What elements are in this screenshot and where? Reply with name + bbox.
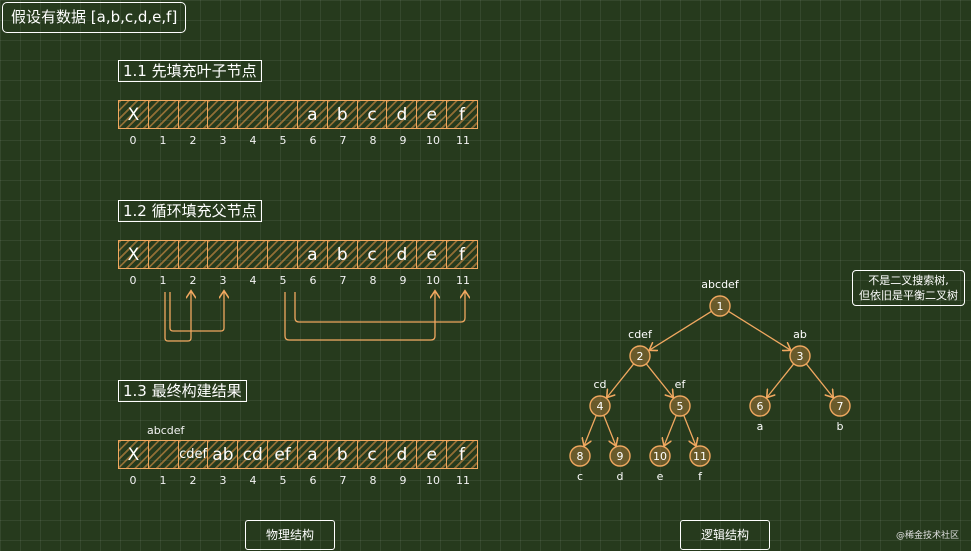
- tree-node-label: ef: [675, 378, 687, 391]
- tree-node-label: abcdef: [701, 278, 740, 291]
- tree-edge: [584, 415, 597, 445]
- loop-arrow-5-11: [284, 292, 435, 341]
- loop-arrow-1-2: [164, 292, 191, 342]
- tree-edge: [728, 310, 789, 349]
- tree-node-id: 8: [577, 450, 584, 463]
- tree-node-id: 11: [693, 450, 707, 463]
- tree-node-leaf-value: a: [757, 420, 764, 433]
- tree-edge: [805, 363, 832, 397]
- tree-node-id: 6: [757, 400, 764, 413]
- tree-edge: [645, 363, 672, 397]
- tree-node: 9d: [609, 445, 631, 483]
- tree-node: 10 e: [649, 445, 671, 483]
- tree-node-id: 10: [653, 450, 667, 463]
- tree-node-leaf-value: f: [698, 470, 703, 483]
- tree-node-id: 9: [617, 450, 624, 463]
- watermark: @稀金技术社区: [895, 531, 959, 541]
- tree-node-id: 5: [677, 400, 684, 413]
- tree-node: 8c: [569, 445, 591, 483]
- note-line-2: 但依旧是平衡二叉树: [859, 289, 958, 302]
- tree-node-leaf-value: b: [837, 420, 844, 433]
- tree-edge: [650, 310, 712, 349]
- tree-node: 5 ef: [669, 378, 691, 417]
- tree-node-label: ab: [793, 328, 807, 341]
- loop-arrow-5-10: [294, 292, 465, 323]
- tree-node: 6a: [749, 395, 771, 433]
- tree-node-leaf-value: e: [657, 470, 664, 483]
- diagram-lines: 1abcdef2cdef3ab4cd5ef6a7b8c9d10e11f: [164, 278, 851, 483]
- tree-node: 4 cd: [589, 378, 611, 417]
- tree-node-leaf-value: c: [577, 470, 583, 483]
- tree-edge: [664, 415, 677, 445]
- tree-node: 11 f: [689, 445, 711, 483]
- note-box: 不是二叉搜索树, 但依旧是平衡二叉树: [852, 270, 965, 306]
- tree-node-label: cdef: [628, 328, 653, 341]
- tree-node-label: cd: [593, 378, 606, 391]
- tree-node-id: 4: [597, 400, 604, 413]
- tree-node: 2 cdef: [628, 328, 653, 367]
- tree-node-id: 2: [637, 350, 644, 363]
- tree-edge: [603, 415, 616, 445]
- loop-arrow-1-3: [169, 292, 224, 332]
- tree-node-id: 3: [797, 350, 804, 363]
- logical-structure-label: 逻辑结构: [680, 520, 770, 550]
- tree-node-id: 1: [717, 300, 724, 313]
- tree-edge: [607, 363, 635, 397]
- tree-node: 1 abcdef: [701, 278, 740, 317]
- tree-node-leaf-value: d: [617, 470, 624, 483]
- tree-node: 3 ab: [789, 328, 811, 367]
- tree-node-id: 7: [837, 400, 844, 413]
- tree-edge: [767, 363, 795, 397]
- tree-node: 7b: [829, 395, 851, 433]
- physical-structure-label: 物理结构: [245, 520, 335, 550]
- tree-edge: [683, 415, 696, 445]
- note-line-1: 不是二叉搜索树,: [868, 274, 949, 287]
